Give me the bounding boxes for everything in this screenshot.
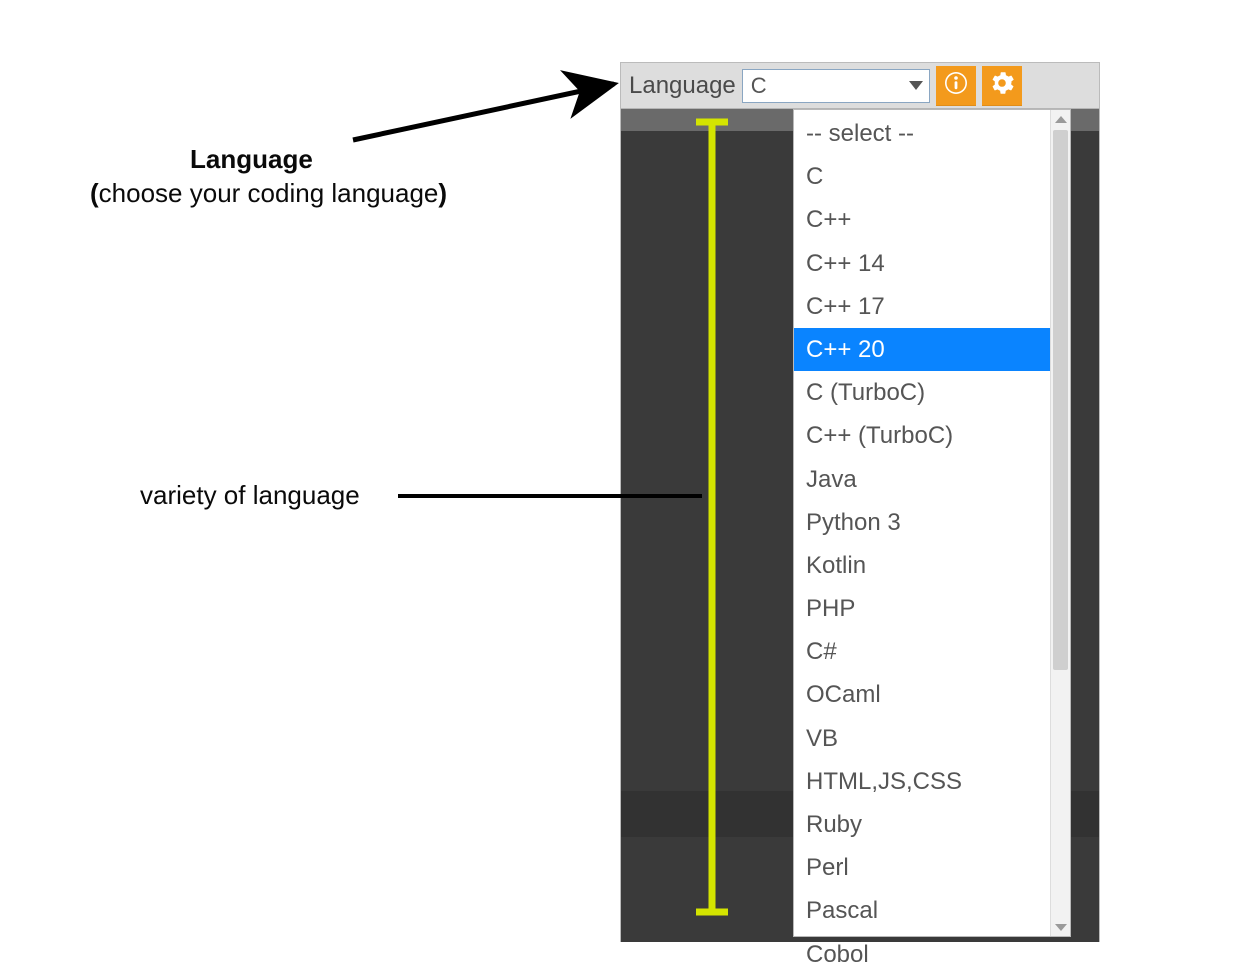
- dropdown-scrollbar[interactable]: [1050, 110, 1070, 936]
- toolbar-language-label: Language: [629, 72, 736, 100]
- language-option[interactable]: C++ 14: [794, 242, 1050, 285]
- language-option[interactable]: Kotlin: [794, 544, 1050, 587]
- language-option[interactable]: Pascal: [794, 889, 1050, 932]
- language-option[interactable]: -- select --: [794, 112, 1050, 155]
- language-option[interactable]: VB: [794, 717, 1050, 760]
- annotation-variety: variety of language: [140, 480, 360, 511]
- toolbar: Language C: [621, 63, 1099, 109]
- app-panel: Language C -- select --CC++C++ 14C++ 17C…: [620, 62, 1100, 942]
- scroll-down-arrow-icon[interactable]: [1051, 918, 1070, 936]
- language-option[interactable]: C++ (TurboC): [794, 414, 1050, 457]
- scrollbar-thumb[interactable]: [1053, 130, 1068, 670]
- annotation-title: Language: [190, 144, 313, 175]
- language-option[interactable]: Cobol: [794, 933, 1050, 976]
- settings-button[interactable]: [982, 66, 1022, 106]
- language-option[interactable]: C#: [794, 630, 1050, 673]
- info-button[interactable]: [936, 66, 976, 106]
- language-option[interactable]: C: [794, 155, 1050, 198]
- language-select-value: C: [751, 73, 767, 99]
- language-option[interactable]: Python 3: [794, 501, 1050, 544]
- language-option[interactable]: Java: [794, 458, 1050, 501]
- language-option[interactable]: C++ 20: [794, 328, 1050, 371]
- language-option[interactable]: C (TurboC): [794, 371, 1050, 414]
- language-option[interactable]: OCaml: [794, 673, 1050, 716]
- language-option[interactable]: C++ 17: [794, 285, 1050, 328]
- language-option-list: -- select --CC++C++ 14C++ 17C++ 20C (Tur…: [794, 110, 1050, 936]
- annotation-subtitle: choose your coding language: [90, 178, 447, 209]
- language-option[interactable]: Perl: [794, 846, 1050, 889]
- language-option[interactable]: PHP: [794, 587, 1050, 630]
- info-icon: [944, 71, 968, 100]
- language-select[interactable]: C: [742, 69, 930, 103]
- chevron-down-icon: [909, 81, 923, 90]
- scroll-up-arrow-icon[interactable]: [1051, 110, 1070, 128]
- language-option[interactable]: Ruby: [794, 803, 1050, 846]
- language-option[interactable]: HTML,JS,CSS: [794, 760, 1050, 803]
- language-option[interactable]: C++: [794, 198, 1050, 241]
- language-dropdown: -- select --CC++C++ 14C++ 17C++ 20C (Tur…: [793, 109, 1071, 937]
- gear-icon: [990, 71, 1014, 100]
